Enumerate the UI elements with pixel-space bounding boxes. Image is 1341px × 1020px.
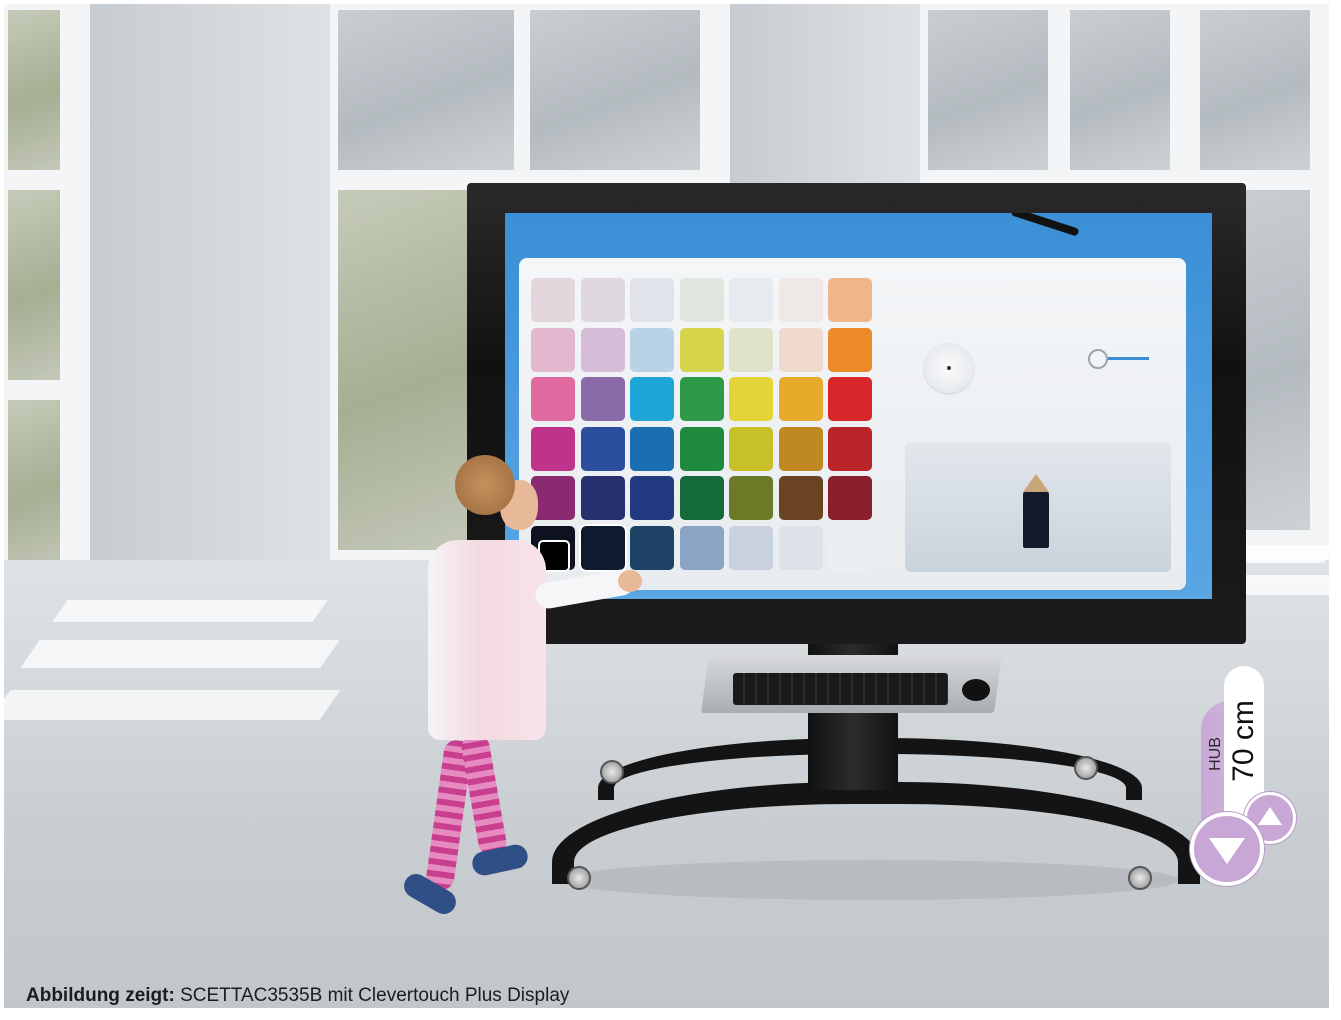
mouse	[962, 679, 990, 701]
child-hand	[618, 570, 642, 592]
color-swatch[interactable]	[828, 426, 872, 471]
window-pane	[8, 400, 60, 570]
caster-wheel	[600, 760, 624, 784]
color-swatch[interactable]	[828, 327, 872, 372]
floor-light	[0, 690, 341, 720]
color-swatch[interactable]	[630, 426, 674, 471]
color-swatch[interactable]	[630, 327, 674, 372]
opacity-slider-thumb[interactable]	[1088, 349, 1108, 369]
color-swatch[interactable]	[729, 476, 773, 520]
color-swatch[interactable]	[531, 426, 575, 471]
color-swatch[interactable]	[580, 278, 625, 322]
image-caption: Abbildung zeigt: SCETTAC3535B mit Clever…	[26, 985, 569, 1007]
color-swatch[interactable]	[531, 327, 575, 372]
color-swatch[interactable]	[531, 377, 575, 421]
color-swatch[interactable]	[828, 377, 872, 421]
drawn-stroke	[1010, 213, 1080, 237]
height-down-button[interactable]	[1190, 812, 1264, 886]
caption-text: SCETTAC3535B mit Clevertouch Plus Displa…	[180, 985, 570, 1006]
window-pane	[1200, 10, 1310, 170]
color-swatch[interactable]	[580, 426, 625, 471]
frame-border	[0, 0, 1341, 4]
color-swatch[interactable]	[828, 476, 872, 520]
caster-wheel	[1128, 866, 1152, 890]
frame-border	[0, 1008, 1341, 1020]
color-swatch[interactable]	[778, 278, 823, 322]
color-swatch[interactable]	[729, 525, 773, 570]
window-pane	[1070, 10, 1170, 170]
window-pane	[530, 10, 700, 170]
color-swatch[interactable]	[630, 476, 674, 520]
color-swatch[interactable]	[828, 278, 872, 322]
color-swatch[interactable]	[630, 377, 674, 421]
color-swatch[interactable]	[630, 525, 674, 570]
color-swatch[interactable]	[580, 377, 625, 421]
window-left	[0, 0, 90, 590]
window-pane	[338, 190, 468, 550]
floor-light	[20, 640, 340, 668]
window-pane	[8, 10, 60, 170]
pencil-tip-icon	[1023, 474, 1049, 492]
window-pane	[928, 10, 1048, 170]
caster-wheel	[1074, 756, 1098, 780]
color-swatch[interactable]	[778, 426, 823, 471]
frame-border	[0, 0, 4, 1020]
color-swatch[interactable]	[778, 377, 823, 421]
color-swatch[interactable]	[679, 426, 724, 471]
color-swatch[interactable]	[778, 476, 823, 520]
color-swatch[interactable]	[578, 523, 627, 572]
color-swatch[interactable]	[729, 327, 773, 372]
color-swatch[interactable]	[729, 426, 773, 471]
caster-wheel	[567, 866, 591, 890]
color-swatch[interactable]	[729, 278, 773, 322]
hub-label: HUB	[1207, 737, 1224, 771]
color-swatch[interactable]	[828, 525, 872, 570]
color-swatch[interactable]	[778, 525, 823, 570]
color-swatch[interactable]	[580, 476, 625, 520]
color-swatch[interactable]	[679, 278, 724, 322]
caption-label: Abbildung zeigt:	[26, 985, 175, 1006]
color-swatch[interactable]	[630, 278, 674, 322]
pencil-icon	[1023, 492, 1049, 548]
height-value: 70 cm	[1227, 700, 1260, 782]
color-swatch[interactable]	[580, 327, 625, 372]
brush-size-knob[interactable]	[924, 343, 974, 393]
color-swatch[interactable]	[679, 476, 724, 520]
window-pane	[8, 190, 60, 380]
keyboard	[733, 673, 948, 705]
color-swatch[interactable]	[679, 525, 724, 570]
photo-scene: HUB 70 cm Abbildung zeigt: SCETTAC3535B …	[0, 0, 1341, 1020]
color-swatch[interactable]	[778, 327, 823, 372]
color-swatch[interactable]	[679, 377, 724, 421]
floor-light	[52, 600, 328, 622]
color-swatch[interactable]	[729, 377, 773, 421]
window-pane	[338, 10, 514, 170]
frame-border	[1329, 0, 1341, 1020]
child-hair	[455, 455, 515, 515]
color-swatch[interactable]	[531, 278, 575, 322]
child-shirt	[428, 540, 546, 740]
color-swatch[interactable]	[679, 327, 724, 372]
room-pillar	[90, 0, 330, 590]
